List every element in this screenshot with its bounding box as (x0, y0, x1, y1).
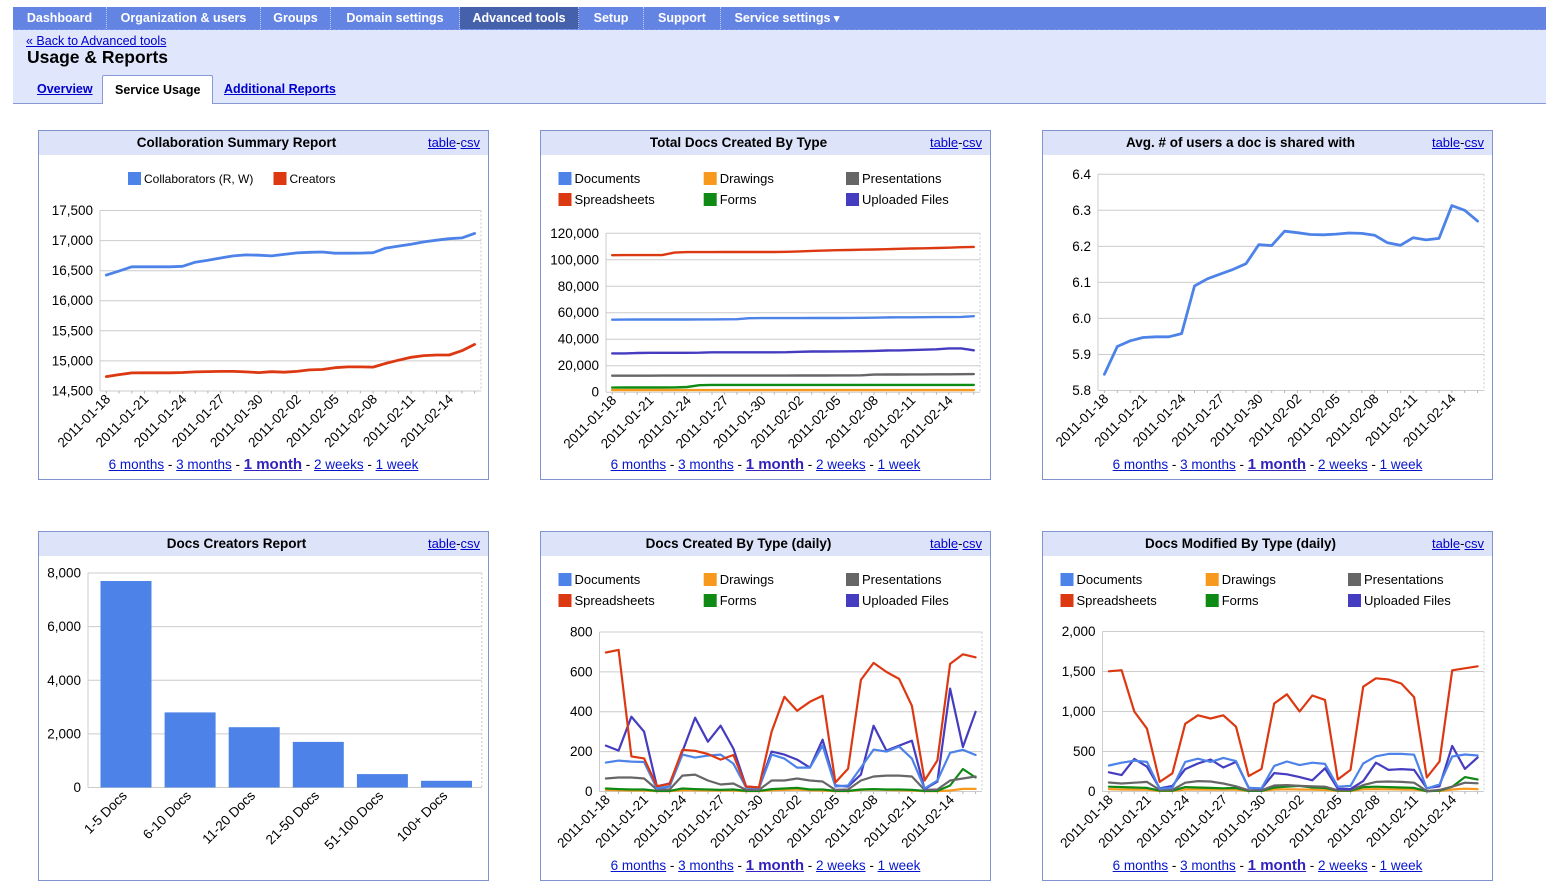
svg-text:17,000: 17,000 (52, 233, 93, 248)
svg-text:Forms: Forms (1222, 593, 1259, 608)
svg-text:6-10 Docs: 6-10 Docs (140, 788, 194, 842)
svg-text:Uploaded Files: Uploaded Files (1364, 593, 1451, 608)
svg-text:6.1: 6.1 (1072, 275, 1091, 290)
svg-text:400: 400 (570, 704, 593, 719)
svg-text:Drawings: Drawings (1222, 572, 1277, 587)
svg-text:5.9: 5.9 (1072, 347, 1091, 362)
svg-text:Presentations: Presentations (1364, 572, 1444, 587)
svg-text:120,000: 120,000 (550, 226, 599, 241)
svg-text:800: 800 (570, 625, 593, 640)
svg-text:2,000: 2,000 (1062, 624, 1096, 639)
svg-text:15,500: 15,500 (52, 323, 93, 338)
svg-text:0: 0 (73, 780, 81, 795)
svg-text:0: 0 (591, 385, 599, 400)
svg-text:60,000: 60,000 (558, 305, 599, 320)
svg-text:Drawings: Drawings (720, 572, 775, 587)
svg-text:8,000: 8,000 (47, 566, 81, 581)
svg-text:15,000: 15,000 (52, 353, 93, 368)
svg-text:5.8: 5.8 (1072, 383, 1091, 398)
svg-text:16,500: 16,500 (52, 263, 93, 278)
svg-text:0: 0 (585, 784, 593, 799)
svg-text:4,000: 4,000 (47, 673, 81, 688)
svg-text:2,000: 2,000 (47, 726, 81, 741)
svg-text:6,000: 6,000 (47, 619, 81, 634)
svg-text:14,500: 14,500 (52, 384, 93, 399)
svg-text:Drawings: Drawings (720, 171, 775, 186)
svg-text:Collaborators (R, W): Collaborators (R, W) (144, 172, 253, 186)
svg-text:1,500: 1,500 (1062, 664, 1096, 679)
svg-text:21-50 Docs: 21-50 Docs (263, 788, 323, 848)
svg-text:Spreadsheets: Spreadsheets (575, 192, 656, 207)
svg-text:Forms: Forms (720, 192, 757, 207)
svg-text:Presentations: Presentations (862, 572, 942, 587)
svg-text:1-5 Docs: 1-5 Docs (81, 788, 130, 837)
svg-text:Uploaded Files: Uploaded Files (862, 192, 949, 207)
svg-text:100+ Docs: 100+ Docs (394, 788, 451, 845)
svg-text:1,000: 1,000 (1062, 704, 1096, 719)
svg-text:0: 0 (1088, 784, 1096, 799)
svg-text:500: 500 (1073, 744, 1096, 759)
svg-text:600: 600 (570, 664, 593, 679)
svg-text:Spreadsheets: Spreadsheets (1077, 593, 1158, 608)
svg-text:100,000: 100,000 (550, 252, 599, 267)
svg-text:Presentations: Presentations (862, 171, 942, 186)
svg-text:200: 200 (570, 744, 593, 759)
svg-text:17,500: 17,500 (52, 203, 93, 218)
svg-text:6.2: 6.2 (1072, 239, 1091, 254)
svg-text:Spreadsheets: Spreadsheets (575, 593, 656, 608)
svg-text:20,000: 20,000 (558, 358, 599, 373)
svg-text:Uploaded Files: Uploaded Files (862, 593, 949, 608)
svg-text:16,000: 16,000 (52, 293, 93, 308)
svg-text:Forms: Forms (720, 593, 757, 608)
svg-text:Documents: Documents (575, 572, 641, 587)
svg-text:6.0: 6.0 (1072, 311, 1091, 326)
svg-text:6.3: 6.3 (1072, 203, 1091, 218)
svg-text:Creators: Creators (290, 172, 336, 186)
svg-text:80,000: 80,000 (558, 279, 599, 294)
svg-text:Documents: Documents (1077, 572, 1143, 587)
svg-text:40,000: 40,000 (558, 332, 599, 347)
svg-text:Documents: Documents (575, 171, 641, 186)
svg-text:11-20 Docs: 11-20 Docs (199, 788, 258, 847)
svg-text:6.4: 6.4 (1072, 167, 1091, 182)
svg-text:51-100 Docs: 51-100 Docs (322, 788, 387, 853)
